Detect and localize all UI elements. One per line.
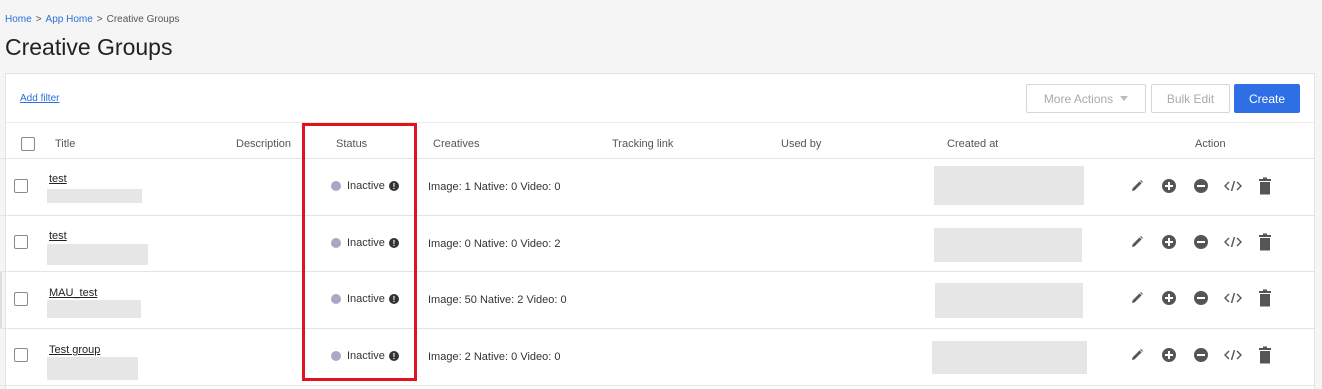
row-title-link[interactable]: test xyxy=(49,173,67,185)
status-dot xyxy=(331,294,341,304)
column-header-creatives[interactable]: Creatives xyxy=(433,138,479,150)
plus-circle-icon[interactable] xyxy=(1160,233,1178,251)
row-title-link[interactable]: MAU_test xyxy=(49,287,97,299)
row-actions xyxy=(1128,177,1288,195)
creatives-count: Image: 50 Native: 2 Video: 0 xyxy=(428,294,567,306)
status-badge: Inactive ! xyxy=(331,180,399,192)
column-header-used-by[interactable]: Used by xyxy=(781,138,821,150)
row-divider xyxy=(0,158,1314,159)
bulk-edit-button[interactable]: Bulk Edit xyxy=(1151,84,1230,113)
more-actions-label: More Actions xyxy=(1043,91,1114,106)
breadcrumb: Home > App Home > Creative Groups xyxy=(5,14,179,25)
row-actions xyxy=(1128,346,1288,364)
breadcrumb-current: Creative Groups xyxy=(106,14,180,25)
row-actions xyxy=(1128,289,1288,307)
row-edge-marker xyxy=(0,272,2,328)
row-divider xyxy=(0,215,1314,216)
minus-circle-icon[interactable] xyxy=(1192,233,1210,251)
column-header-title[interactable]: Title xyxy=(55,138,75,150)
more-actions-button[interactable]: More Actions xyxy=(1026,84,1146,113)
info-icon[interactable]: ! xyxy=(388,238,399,248)
row-actions xyxy=(1128,233,1288,251)
row-divider xyxy=(0,271,1314,272)
status-dot xyxy=(331,238,341,248)
column-header-description[interactable]: Description xyxy=(236,138,291,150)
column-header-created-at[interactable]: Created at xyxy=(947,138,998,150)
plus-circle-icon[interactable] xyxy=(1160,289,1178,307)
breadcrumb-home[interactable]: Home xyxy=(5,14,32,25)
row-divider xyxy=(0,385,1314,386)
minus-circle-icon[interactable] xyxy=(1192,346,1210,364)
create-button[interactable]: Create xyxy=(1234,84,1300,113)
plus-circle-icon[interactable] xyxy=(1160,346,1178,364)
column-header-status[interactable]: Status xyxy=(336,138,367,150)
column-header-tracking-link[interactable]: Tracking link xyxy=(612,138,673,150)
row-checkbox[interactable] xyxy=(14,348,28,362)
row-divider xyxy=(0,328,1314,329)
row-checkbox[interactable] xyxy=(14,179,28,193)
select-all-checkbox[interactable] xyxy=(21,137,35,151)
caret-down-icon xyxy=(1120,96,1129,101)
row-checkbox[interactable] xyxy=(14,235,28,249)
info-icon[interactable]: ! xyxy=(388,294,399,304)
status-label: Inactive xyxy=(347,180,385,192)
status-dot xyxy=(331,351,341,361)
redacted-subtitle xyxy=(47,300,141,318)
status-dot xyxy=(331,181,341,191)
status-badge: Inactive ! xyxy=(331,350,399,362)
column-header-action: Action xyxy=(1195,138,1226,150)
pencil-icon[interactable] xyxy=(1128,233,1146,251)
pencil-icon[interactable] xyxy=(1128,177,1146,195)
redacted-subtitle xyxy=(47,189,142,203)
code-icon[interactable] xyxy=(1224,289,1242,307)
table-panel xyxy=(5,73,1315,389)
trash-icon[interactable] xyxy=(1256,289,1274,307)
pencil-icon[interactable] xyxy=(1128,346,1146,364)
row-checkbox[interactable] xyxy=(14,292,28,306)
breadcrumb-app-home[interactable]: App Home xyxy=(46,14,93,25)
status-badge: Inactive ! xyxy=(331,293,399,305)
row-title-link[interactable]: Test group xyxy=(49,344,100,356)
plus-circle-icon[interactable] xyxy=(1160,177,1178,195)
creatives-count: Image: 2 Native: 0 Video: 0 xyxy=(428,351,561,363)
trash-icon[interactable] xyxy=(1256,233,1274,251)
minus-circle-icon[interactable] xyxy=(1192,289,1210,307)
trash-icon[interactable] xyxy=(1256,177,1274,195)
status-badge: Inactive ! xyxy=(331,237,399,249)
pencil-icon[interactable] xyxy=(1128,289,1146,307)
header-divider xyxy=(6,122,1314,123)
creatives-count: Image: 0 Native: 0 Video: 2 xyxy=(428,238,561,250)
redacted-created-at xyxy=(934,166,1084,205)
breadcrumb-separator: > xyxy=(35,14,42,25)
redacted-created-at xyxy=(934,228,1082,262)
page-title: Creative Groups xyxy=(5,34,173,60)
redacted-created-at xyxy=(932,341,1087,374)
row-title-link[interactable]: test xyxy=(49,230,67,242)
minus-circle-icon[interactable] xyxy=(1192,177,1210,195)
redacted-created-at xyxy=(935,283,1083,318)
code-icon[interactable] xyxy=(1224,177,1242,195)
info-icon[interactable]: ! xyxy=(388,351,399,361)
status-label: Inactive xyxy=(347,293,385,305)
creatives-count: Image: 1 Native: 0 Video: 0 xyxy=(428,181,561,193)
trash-icon[interactable] xyxy=(1256,346,1274,364)
breadcrumb-separator: > xyxy=(96,14,103,25)
add-filter-link[interactable]: Add filter xyxy=(20,93,59,104)
redacted-subtitle xyxy=(47,357,138,380)
status-label: Inactive xyxy=(347,237,385,249)
info-icon[interactable]: ! xyxy=(388,181,399,191)
status-label: Inactive xyxy=(347,350,385,362)
code-icon[interactable] xyxy=(1224,233,1242,251)
redacted-subtitle xyxy=(47,244,148,265)
code-icon[interactable] xyxy=(1224,346,1242,364)
